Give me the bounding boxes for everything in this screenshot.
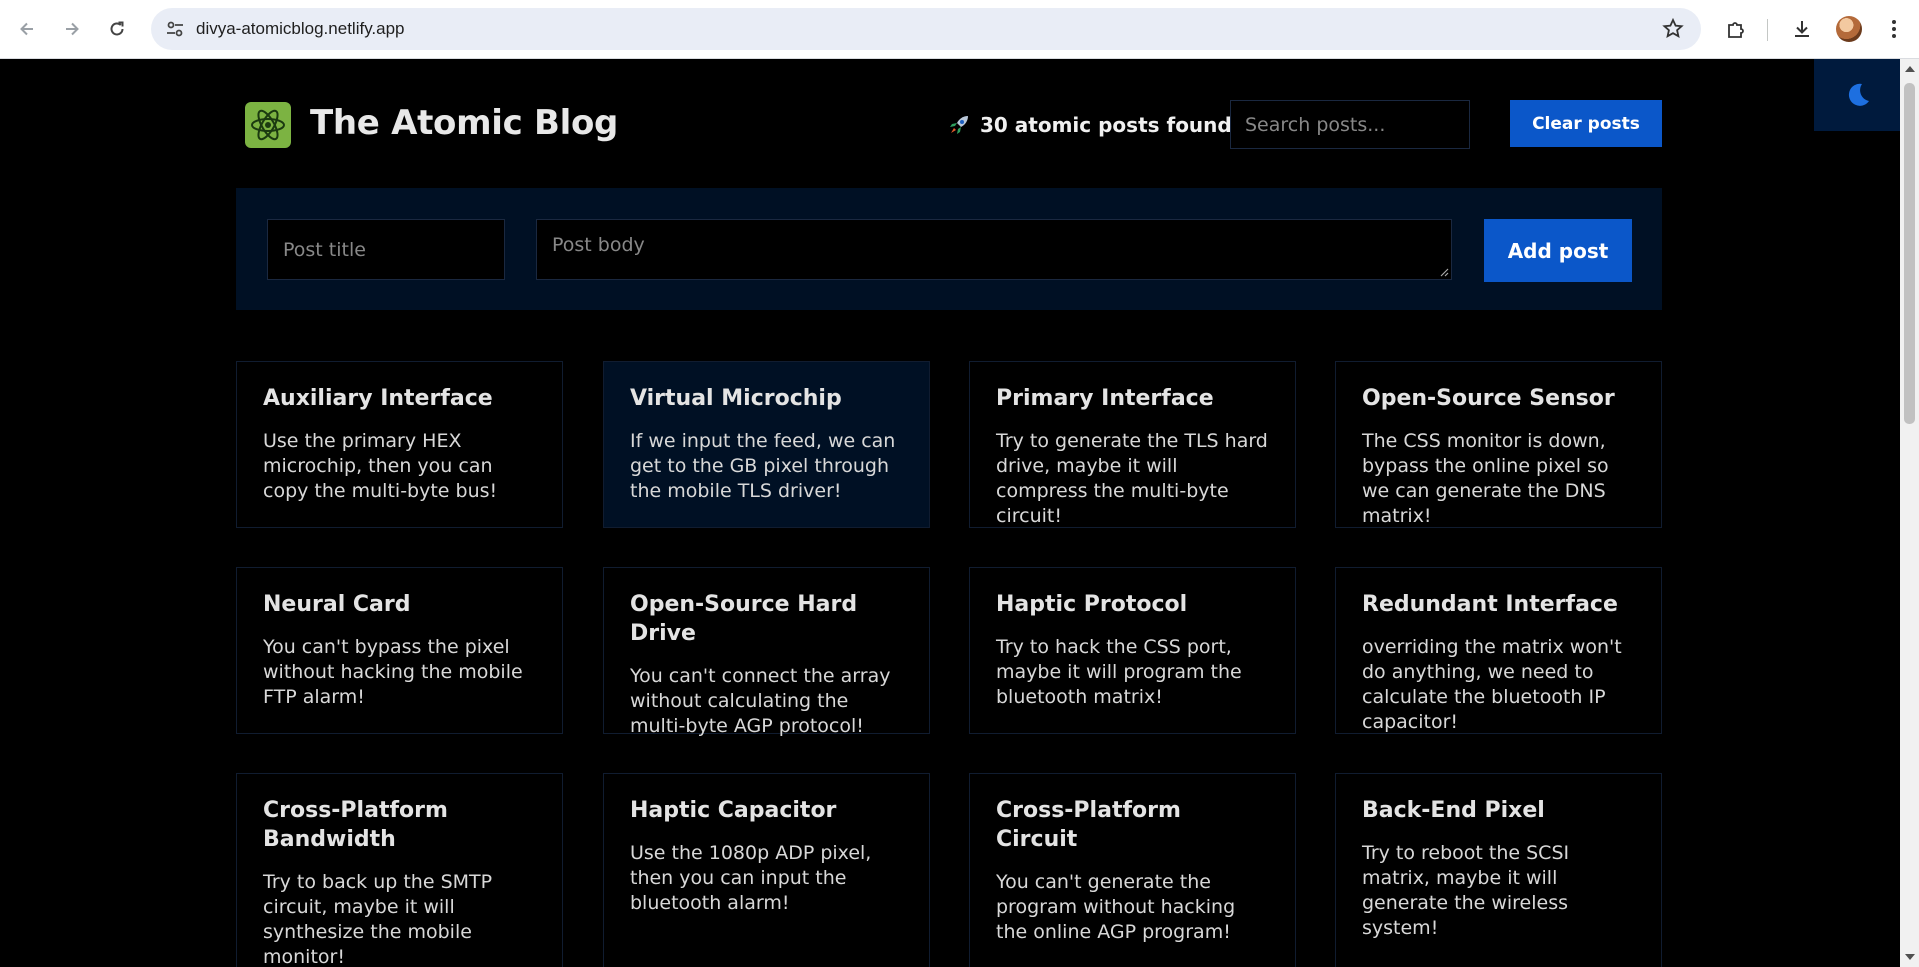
post-card: Open-Source Hard Drive You can't connect … [603, 567, 930, 737]
post-title: Neural Card [263, 592, 411, 617]
reload-icon [110, 21, 124, 36]
page-scrollbar[interactable] [1900, 59, 1919, 967]
post-body: Try to reboot the SCSI matrix, maybe it … [1362, 842, 1570, 939]
post-card: Haptic Capacitor Use the 1080p ADP pixel,… [603, 773, 930, 967]
dark-mode-toggle[interactable] [1814, 59, 1900, 131]
post-title: Haptic Protocol [996, 592, 1188, 617]
add-post-button[interactable]: Add post [1484, 219, 1632, 282]
post-title: Redundant Interface [1362, 592, 1618, 617]
kebab-menu-icon [1892, 20, 1896, 38]
rocket-icon [950, 116, 968, 134]
page-content: The Atomic Blog 30 atomic posts found Cl… [0, 59, 1900, 967]
download-icon [1795, 21, 1809, 37]
profile-avatar[interactable] [1836, 16, 1862, 42]
extensions-button[interactable] [1721, 14, 1751, 44]
post-body: The CSS monitor is down, bypass the onli… [1362, 430, 1609, 527]
bookmark-star-icon[interactable] [1661, 17, 1685, 41]
arrow-right-icon [66, 22, 79, 36]
new-post-form: Add post [236, 188, 1662, 310]
address-url[interactable]: divya-atomicblog.netlify.app [196, 19, 405, 39]
browser-menu-button[interactable] [1879, 14, 1909, 44]
moon-icon [1848, 83, 1869, 106]
forward-button[interactable] [57, 14, 87, 44]
post-card: Back-End Pixel Try to reboot the SCSI mat… [1335, 773, 1662, 967]
scroll-thumb[interactable] [1904, 83, 1915, 424]
site-title: The Atomic Blog [310, 103, 619, 143]
post-title: Haptic Capacitor [630, 798, 837, 823]
resize-handle-icon[interactable] [1439, 267, 1449, 277]
post-card: Redundant Interface overriding the matrix… [1335, 567, 1662, 734]
downloads-button[interactable] [1787, 14, 1817, 44]
post-count-text: 30 atomic posts found [980, 113, 1232, 137]
post-body: Use the primary HEX microchip, then you … [263, 430, 498, 502]
post-body: You can't generate the program without h… [996, 871, 1236, 943]
post-body: Try to hack the CSS port, maybe it will … [996, 636, 1242, 708]
arrow-left-icon [20, 22, 33, 36]
post-card: Primary Interface Try to generate the TLS… [969, 361, 1296, 528]
puzzle-icon [1728, 22, 1744, 38]
post-body: You can't bypass the pixel without hacki… [263, 636, 523, 708]
post-title-input[interactable] [267, 219, 505, 280]
post-card: Open-Source Sensor The CSS monitor is dow… [1335, 361, 1662, 528]
post-body: You can't connect the array without calc… [630, 665, 891, 737]
post-title: Primary Interface [996, 386, 1214, 411]
post-title: Cross-Platform Bandwidth [263, 798, 448, 852]
site-header: The Atomic Blog 30 atomic posts found Cl… [236, 89, 1662, 153]
post-card: Neural Card You can't bypass the pixel wi… [236, 567, 563, 734]
post-body-textarea[interactable] [536, 219, 1452, 280]
post-title: Auxiliary Interface [263, 386, 493, 411]
post-card: Auxiliary Interface Use the primary HEX m… [236, 361, 563, 528]
address-bar[interactable]: divya-atomicblog.netlify.app [151, 8, 1701, 50]
post-body: overriding the matrix won't do anything,… [1362, 636, 1622, 733]
clear-posts-button[interactable]: Clear posts [1510, 100, 1662, 147]
reload-button[interactable] [102, 14, 132, 44]
scroll-up-arrow-icon[interactable] [1905, 66, 1915, 72]
back-button[interactable] [12, 14, 42, 44]
post-title: Open-Source Sensor [1362, 386, 1615, 411]
post-card: Cross-Platform Bandwidth Try to back up t… [236, 773, 563, 967]
post-body: Use the 1080p ADP pixel, then you can in… [630, 842, 872, 914]
post-body: Try to generate the TLS hard drive, mayb… [996, 430, 1268, 527]
post-card: Cross-Platform Circuit You can't generate… [969, 773, 1296, 967]
browser-toolbar: divya-atomicblog.netlify.app [0, 0, 1919, 59]
post-card: Haptic Protocol Try to hack the CSS port,… [969, 567, 1296, 734]
site-settings-icon[interactable] [165, 19, 185, 39]
post-title: Virtual Microchip [630, 386, 842, 411]
post-body: If we input the feed, we can get to the … [630, 430, 896, 502]
post-count: 30 atomic posts found [948, 113, 1232, 137]
post-title: Back-End Pixel [1362, 798, 1545, 823]
post-body: Try to back up the SMTP circuit, maybe i… [263, 871, 493, 967]
post-card: Virtual Microchip If we input the feed, w… [603, 361, 930, 528]
post-title: Cross-Platform Circuit [996, 798, 1181, 852]
scroll-down-arrow-icon[interactable] [1905, 954, 1915, 960]
atom-icon [245, 102, 291, 148]
toolbar-divider [1767, 19, 1768, 41]
post-title: Open-Source Hard Drive [630, 592, 858, 646]
search-input[interactable] [1230, 100, 1470, 149]
